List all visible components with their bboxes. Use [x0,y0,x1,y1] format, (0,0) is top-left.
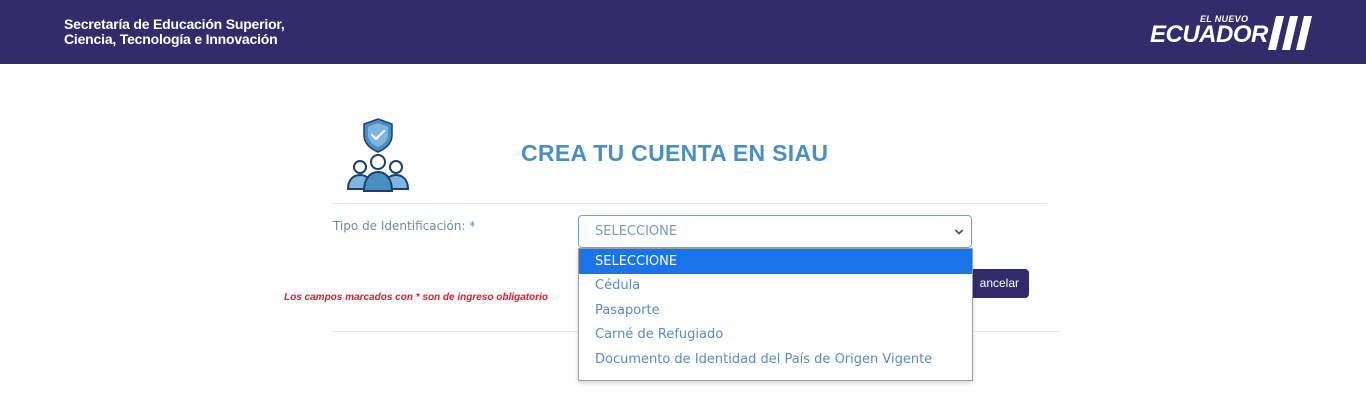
id-type-selected-value: SELECCIONE [595,224,678,239]
organization-name: Secretaría de Educación Superior, Cienci… [64,17,285,47]
option-documento-origen[interactable]: Documento de Identidad del País de Orige… [579,348,972,373]
option-pasaporte[interactable]: Pasaporte [579,299,972,324]
divider [331,203,1047,204]
page-title: CREA TU CUENTA EN SIAU [521,140,829,166]
id-type-select[interactable]: SELECCIONE [578,215,972,248]
id-type-dropdown-list[interactable]: SELECCIONE Cédula Pasaporte Carné de Ref… [578,248,973,381]
brand-bars-icon [1268,16,1312,50]
brand-main-text: ECUADOR [1150,21,1268,48]
organization-name-line-1: Secretaría de Educación Superior, [64,16,285,32]
chevron-down-icon [955,229,963,235]
option-cedula[interactable]: Cédula [579,274,972,299]
el-nuevo-ecuador-logo: EL NUEVO ECUADOR [1150,13,1320,53]
users-shield-icon [346,118,410,192]
option-seleccione[interactable]: SELECCIONE [579,249,972,274]
organization-name-line-2: Ciencia, Tecnología e Innovación [64,31,278,47]
top-header: Secretaría de Educación Superior, Cienci… [0,0,1366,64]
id-type-label: Tipo de Identificación: * [333,219,476,233]
required-fields-note: Los campos marcados con * son de ingreso… [284,292,548,303]
option-carne-refugiado[interactable]: Carné de Refugiado [579,323,972,348]
